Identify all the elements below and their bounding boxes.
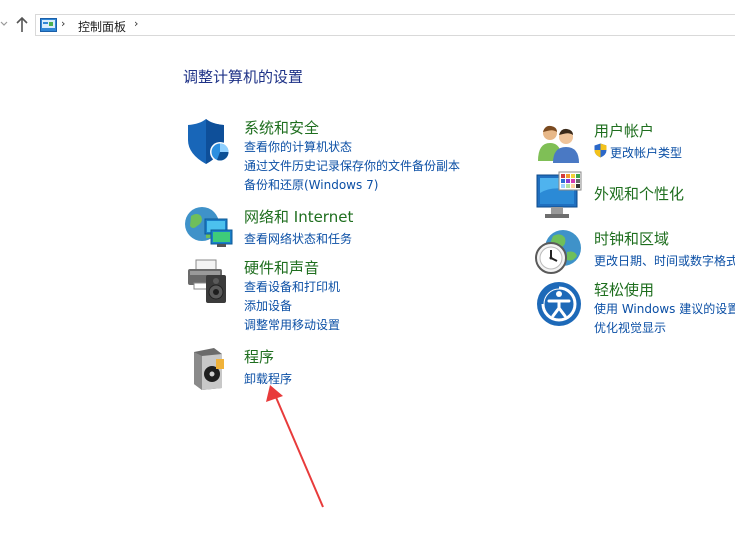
link-file-history-backup[interactable]: 通过文件历史记录保存你的文件备份副本 [244,157,460,174]
network-globe-icon[interactable] [184,204,234,250]
address-field[interactable]: › 控制面板 › [35,14,735,36]
category-hardware-sound[interactable]: 硬件和声音 [244,257,319,278]
link-optimize-visual-display[interactable]: 优化视觉显示 [594,319,666,336]
security-shield-icon[interactable] [184,118,232,166]
link-change-date-time-format[interactable]: 更改日期、时间或数字格式 [594,252,735,269]
control-panel-icon [40,18,57,32]
programs-box-icon[interactable] [188,346,230,392]
link-backup-restore[interactable]: 备份和还原(Windows 7) [244,176,378,193]
up-arrow-icon[interactable] [14,16,30,34]
recent-locations-chevron-icon[interactable] [0,15,10,33]
link-network-status[interactable]: 查看网络状态和任务 [244,230,352,247]
category-clock-region[interactable]: 时钟和区域 [594,228,669,249]
link-view-computer-status[interactable]: 查看你的计算机状态 [244,138,352,155]
category-system-security[interactable]: 系统和安全 [244,117,319,138]
link-mobility-settings[interactable]: 调整常用移动设置 [244,316,340,333]
breadcrumb-control-panel[interactable]: 控制面板 [78,18,126,35]
clock-globe-icon[interactable] [535,228,583,276]
appearance-monitor-icon[interactable] [535,171,585,221]
address-bar-area: › 控制面板 › [0,0,735,50]
category-appearance[interactable]: 外观和个性化 [594,183,684,204]
uac-shield-icon [594,143,607,158]
annotation-arrow-icon [266,385,324,508]
breadcrumb-separator[interactable]: › [61,17,65,30]
category-programs[interactable]: 程序 [244,346,274,367]
link-recommended-settings[interactable]: 使用 Windows 建议的设置 [594,300,735,317]
category-user-accounts[interactable]: 用户帐户 [594,120,654,141]
page-title: 调整计算机的设置 [183,68,304,86]
link-add-device[interactable]: 添加设备 [244,297,292,314]
ease-of-access-icon[interactable] [536,281,582,327]
user-accounts-icon[interactable] [537,123,581,163]
link-devices-printers[interactable]: 查看设备和打印机 [244,278,340,295]
category-network-internet[interactable]: 网络和 Internet [244,206,353,227]
breadcrumb-separator[interactable]: › [134,17,138,30]
printer-speaker-icon[interactable] [184,257,234,305]
link-change-account-type[interactable]: 更改帐户类型 [610,144,682,161]
category-ease-of-access[interactable]: 轻松使用 [594,279,654,300]
link-uninstall-program[interactable]: 卸载程序 [244,370,292,387]
